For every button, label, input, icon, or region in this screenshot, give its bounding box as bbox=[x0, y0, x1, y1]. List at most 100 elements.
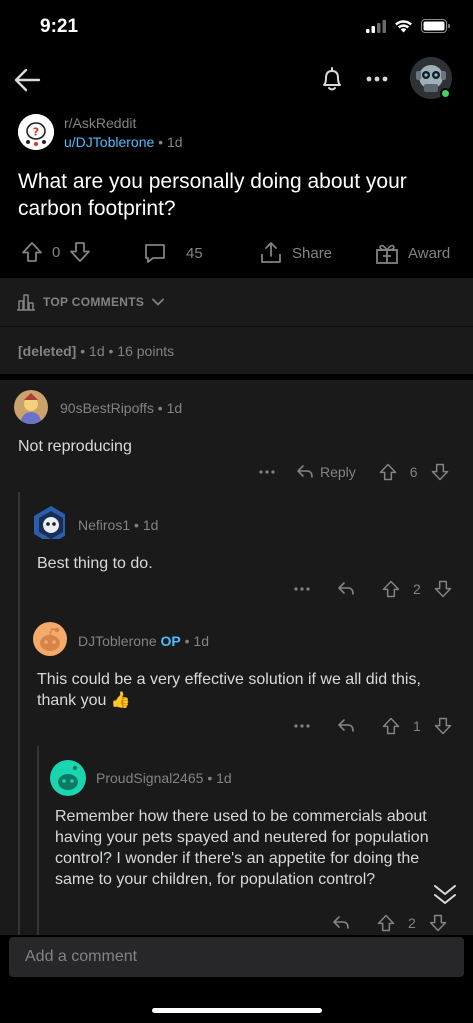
add-comment-placeholder: Add a comment bbox=[25, 948, 138, 965]
back-button[interactable] bbox=[12, 64, 44, 96]
scroll-to-next-button[interactable] bbox=[430, 882, 460, 908]
comment-age: 1d bbox=[216, 770, 232, 786]
post-age: 1d bbox=[166, 134, 183, 150]
status-time: 9:21 bbox=[40, 16, 79, 37]
notifications-button[interactable] bbox=[317, 64, 347, 94]
deleted-comment[interactable]: [deleted] • 1d • 16 points bbox=[0, 326, 473, 374]
thread-line[interactable] bbox=[37, 746, 39, 935]
comment-icon bbox=[145, 244, 165, 263]
post-share-button[interactable]: Share bbox=[258, 240, 332, 266]
comment-actions: 2 bbox=[332, 913, 448, 933]
bell-icon bbox=[323, 67, 341, 91]
status-icons bbox=[366, 19, 451, 33]
sort-selector[interactable]: TOP COMMENTS bbox=[16, 292, 165, 312]
user-avatar-snoo-icon bbox=[33, 622, 67, 656]
comment-author[interactable]: Nefiros1 bbox=[78, 517, 130, 533]
comment-vote-count: 2 bbox=[413, 581, 421, 597]
comment-age: 1d bbox=[142, 517, 159, 533]
post-action-bar: 0 45 Share Award bbox=[0, 230, 473, 278]
reply-icon[interactable] bbox=[337, 717, 355, 735]
comment-age: 1d bbox=[166, 400, 183, 416]
add-comment-input[interactable]: Add a comment bbox=[9, 937, 464, 977]
meta-dot: • bbox=[207, 770, 217, 786]
svg-text:?: ? bbox=[33, 126, 39, 139]
more-icon bbox=[366, 76, 388, 82]
reply-icon[interactable] bbox=[332, 914, 350, 932]
subreddit-icon[interactable]: ? bbox=[18, 114, 54, 150]
downvote-icon[interactable] bbox=[433, 716, 453, 736]
post-vote-group: 0 bbox=[20, 240, 92, 264]
back-arrow-icon bbox=[14, 68, 41, 92]
comment-author[interactable]: 90sBestRipoffs bbox=[60, 400, 154, 416]
reply-button[interactable]: Reply bbox=[296, 463, 356, 481]
comment-author-line: Nefiros1 • 1d bbox=[78, 517, 158, 533]
comment-author-line: 90sBestRipoffs • 1d bbox=[60, 400, 182, 416]
more-icon[interactable] bbox=[258, 463, 276, 481]
post-vote-count: 0 bbox=[52, 243, 61, 261]
post-title: What are you personally doing about your… bbox=[18, 170, 407, 220]
upvote-icon[interactable] bbox=[381, 716, 401, 736]
comment-vote-count: 2 bbox=[408, 915, 416, 931]
avatar[interactable] bbox=[33, 622, 67, 656]
top-nav bbox=[0, 56, 473, 106]
battery-icon bbox=[421, 19, 451, 33]
user-avatar-snoo-teal-icon bbox=[50, 760, 86, 796]
meta-dot: • bbox=[157, 400, 167, 416]
subreddit-name[interactable]: r/AskReddit bbox=[64, 115, 136, 131]
status-bar: 9:21 bbox=[0, 0, 473, 56]
chevron-down-icon bbox=[152, 298, 165, 306]
sort-label: TOP COMMENTS bbox=[43, 295, 145, 309]
wifi-icon bbox=[395, 20, 412, 33]
upvote-icon[interactable] bbox=[376, 913, 396, 933]
meta-dot: • bbox=[80, 343, 90, 359]
downvote-icon[interactable] bbox=[433, 579, 453, 599]
share-icon bbox=[261, 242, 281, 263]
comment-author[interactable]: ProudSignal2465 bbox=[96, 770, 203, 786]
comment-author[interactable]: DJToblerone bbox=[78, 633, 157, 649]
scroll-down-icon bbox=[434, 885, 456, 904]
comment-author-line: DJToblerone OP • 1d bbox=[78, 633, 209, 649]
upvote-icon[interactable] bbox=[378, 462, 398, 482]
deleted-comment-author: [deleted] bbox=[18, 343, 77, 359]
avatar[interactable] bbox=[31, 505, 65, 539]
signal-icon bbox=[366, 19, 386, 33]
comment-sort-bar[interactable]: TOP COMMENTS bbox=[0, 278, 473, 326]
thread-line[interactable] bbox=[18, 492, 20, 935]
comment-vote-count: 1 bbox=[413, 718, 421, 734]
deleted-comment-points: 16 points bbox=[117, 343, 175, 359]
more-options-button[interactable] bbox=[362, 64, 392, 94]
deleted-comment-age: 1d bbox=[89, 343, 105, 359]
downvote-icon[interactable] bbox=[68, 240, 92, 264]
comment-actions: 2 bbox=[293, 579, 453, 599]
more-icon[interactable] bbox=[293, 717, 311, 735]
home-indicator[interactable] bbox=[152, 1008, 322, 1013]
meta-dot: • bbox=[108, 343, 118, 359]
user-avatar-nefiros-icon bbox=[34, 506, 65, 539]
comment-body: Remember how there used to be commercial… bbox=[55, 808, 429, 888]
upvote-icon[interactable] bbox=[381, 579, 401, 599]
user-avatar-90s-icon bbox=[14, 390, 48, 424]
online-status-dot bbox=[440, 88, 451, 99]
comment-author-line: ProudSignal2465 • 1d bbox=[96, 770, 232, 786]
comment-actions: Reply 6 bbox=[258, 462, 450, 482]
more-icon[interactable] bbox=[293, 580, 311, 598]
comment-body: Best thing to do. bbox=[37, 555, 153, 572]
op-badge: OP bbox=[160, 633, 181, 649]
post-author-line: u/DJToblerone • 1d bbox=[64, 134, 183, 150]
sort-icon bbox=[17, 294, 35, 311]
post-meta-dot: • bbox=[158, 134, 167, 150]
post-author[interactable]: u/DJToblerone bbox=[64, 134, 154, 150]
comment-age: 1d bbox=[193, 633, 209, 649]
post-comments-button[interactable]: 45 bbox=[142, 240, 203, 266]
comment-body: This could be a very effective solution … bbox=[37, 671, 421, 709]
reply-label: Reply bbox=[320, 464, 356, 480]
avatar[interactable] bbox=[14, 390, 48, 424]
post-award-button[interactable]: Award bbox=[374, 240, 450, 266]
reply-icon[interactable] bbox=[337, 580, 355, 598]
comment-body: Not reproducing bbox=[18, 438, 132, 455]
upvote-icon[interactable] bbox=[20, 240, 44, 264]
downvote-icon[interactable] bbox=[430, 462, 450, 482]
downvote-icon[interactable] bbox=[428, 913, 448, 933]
askreddit-icon: ? bbox=[18, 114, 54, 150]
avatar[interactable] bbox=[50, 760, 86, 796]
